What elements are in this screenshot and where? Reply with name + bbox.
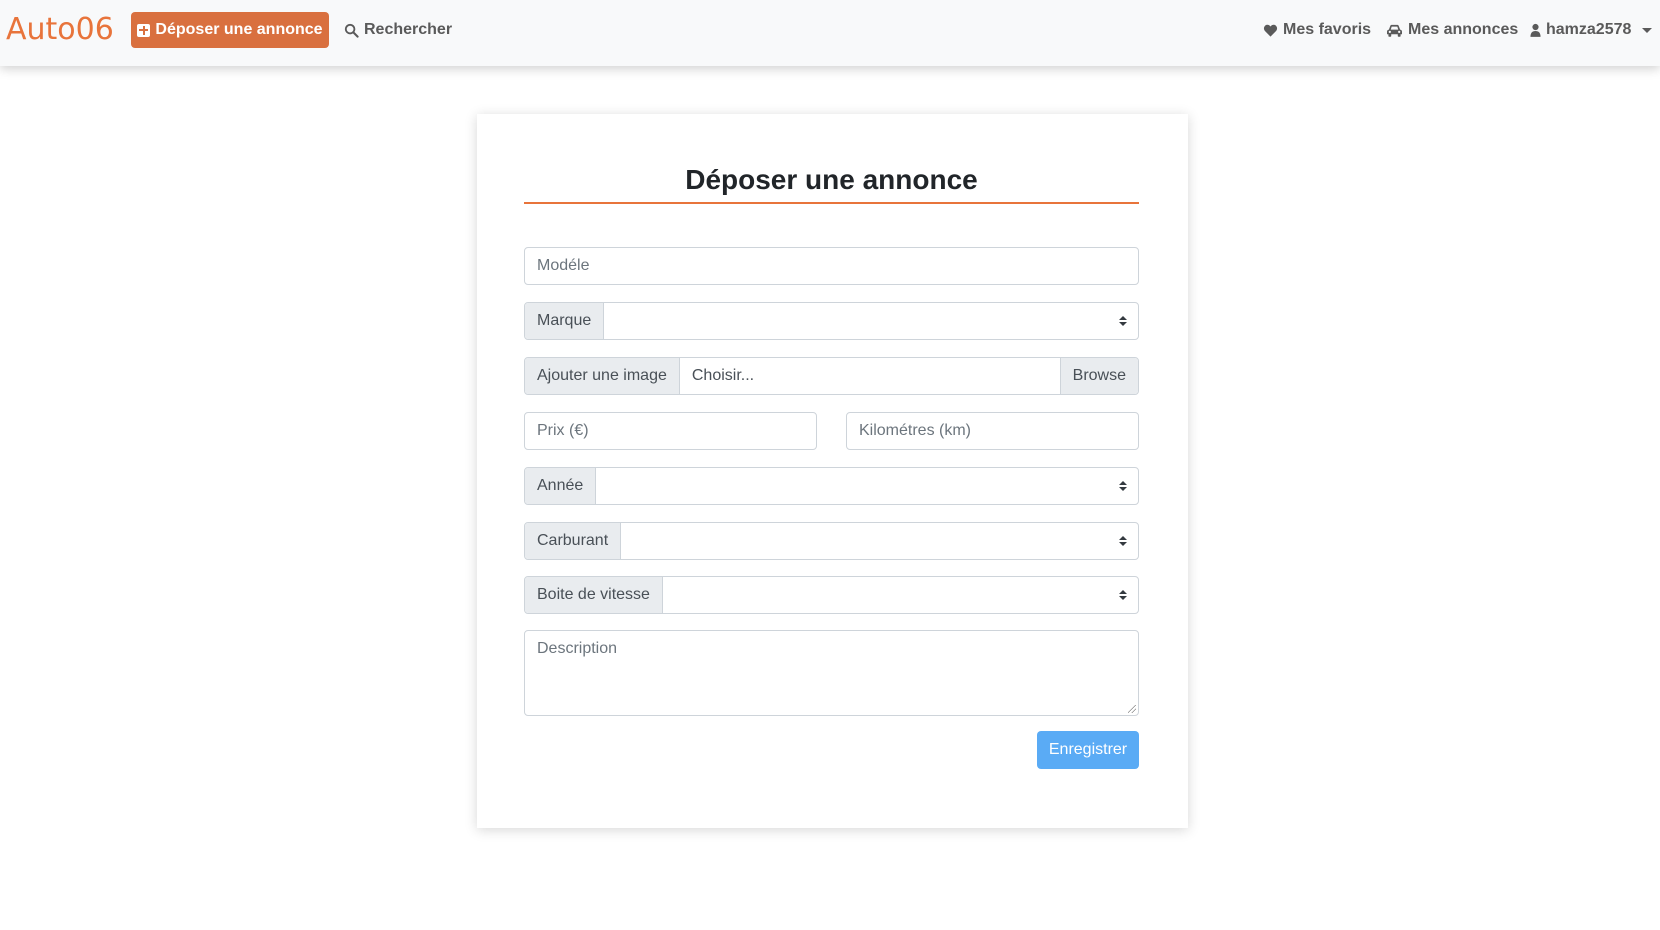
year-select[interactable]: [596, 468, 1108, 504]
resize-handle[interactable]: [1128, 705, 1136, 713]
my-ads-label: Mes annonces: [1408, 21, 1519, 38]
year-select-group: Année: [524, 467, 1139, 505]
heart-icon: [1263, 23, 1278, 38]
favorites-link[interactable]: Mes favoris: [1263, 12, 1371, 48]
gearbox-select-group: Boite de vitesse: [524, 576, 1139, 614]
plus-square-icon: [137, 23, 151, 37]
brand-select-group: Marque: [524, 302, 1139, 340]
image-upload-group: Ajouter une image Choisir... Browse: [524, 357, 1139, 395]
select-arrows-icon: [1108, 468, 1138, 504]
save-button[interactable]: Enregistrer: [1037, 731, 1139, 769]
fuel-label: Carburant: [525, 523, 622, 559]
select-arrows-icon: [1108, 577, 1138, 613]
my-ads-link[interactable]: Mes annonces: [1386, 12, 1518, 48]
user-icon: [1530, 23, 1541, 38]
post-ad-label: Déposer une annonce: [155, 21, 323, 38]
chevron-down-icon: [1642, 27, 1653, 33]
year-label: Année: [525, 468, 597, 504]
description-placeholder: Description: [537, 640, 618, 657]
fuel-select-group: Carburant: [524, 522, 1139, 560]
price-input[interactable]: Prix (€): [524, 412, 817, 450]
model-input[interactable]: Modéle: [524, 247, 1139, 285]
post-ad-button[interactable]: Déposer une annonce: [131, 12, 329, 48]
page-title: Déposer une annonce: [685, 164, 978, 195]
user-menu[interactable]: hamza2578: [1530, 12, 1653, 48]
gearbox-label: Boite de vitesse: [525, 577, 663, 613]
title-divider: [524, 202, 1139, 204]
select-arrows-icon: [1108, 523, 1138, 559]
favorites-label: Mes favoris: [1283, 21, 1372, 38]
car-icon: [1386, 23, 1403, 38]
km-input[interactable]: Kilométres (km): [846, 412, 1139, 450]
search-icon: [344, 23, 359, 38]
image-label: Ajouter une image: [525, 358, 680, 394]
username-label: hamza2578: [1546, 21, 1632, 38]
gearbox-select[interactable]: [663, 577, 1108, 613]
select-arrows-icon: [1108, 303, 1138, 339]
search-link[interactable]: Rechercher: [344, 12, 452, 48]
model-placeholder: Modéle: [537, 257, 590, 274]
brand-logo[interactable]: Auto06: [6, 8, 114, 52]
browse-button[interactable]: Browse: [1059, 358, 1138, 394]
fuel-select[interactable]: [621, 523, 1108, 559]
brand-select[interactable]: [604, 303, 1108, 339]
search-label: Rechercher: [364, 21, 453, 38]
navbar: Auto06 Déposer une annonce Rechercher Me…: [0, 0, 1660, 66]
file-input[interactable]: Choisir...: [680, 358, 1060, 394]
brand-label: Marque: [525, 303, 605, 339]
post-ad-card: Déposer une annonce Modéle Marque Ajoute…: [477, 114, 1188, 828]
description-textarea[interactable]: Description: [524, 630, 1139, 716]
